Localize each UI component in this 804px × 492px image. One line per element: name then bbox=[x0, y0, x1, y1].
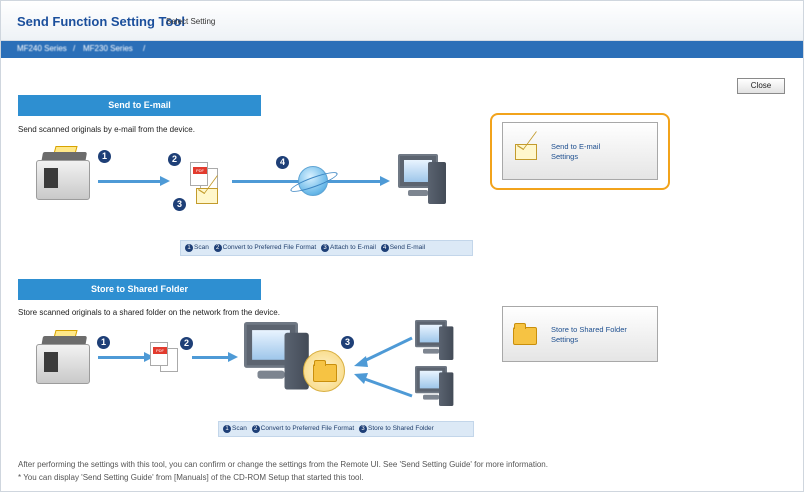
printer-icon bbox=[36, 146, 96, 206]
app-header: Send Function Setting Tool Select Settin… bbox=[1, 1, 803, 41]
printer-icon bbox=[36, 330, 96, 390]
flow-arrow bbox=[98, 356, 146, 359]
step-number: 4 bbox=[276, 156, 289, 169]
breadcrumb: MF240 Series / MF230 Series / bbox=[1, 41, 803, 58]
mail-icon bbox=[196, 188, 218, 204]
button-label-line2: Settings bbox=[551, 152, 579, 161]
envelope-icon bbox=[515, 144, 537, 160]
store-to-shared-folder-settings-button[interactable]: Store to Shared Folder Settings bbox=[502, 306, 658, 362]
footer-info-text: After performing the settings with this … bbox=[18, 460, 548, 469]
computer-icon bbox=[398, 154, 450, 208]
breadcrumb-separator: / bbox=[73, 44, 76, 53]
folder-section-banner: Store to Shared Folder bbox=[18, 279, 261, 300]
step-number: 3 bbox=[173, 198, 186, 211]
documents-icon: PDF bbox=[150, 342, 190, 376]
flow-arrow-head bbox=[160, 176, 170, 186]
step-number: 1 bbox=[97, 336, 110, 349]
incoming-arrows bbox=[354, 336, 413, 398]
flow-arrow-head bbox=[228, 352, 238, 362]
folder-steps-legend: 1 Scan 2 Convert to Preferred File Format … bbox=[218, 421, 474, 437]
flow-arrow bbox=[192, 356, 230, 359]
flow-arrow-head bbox=[380, 176, 390, 186]
flow-arrow bbox=[98, 180, 162, 183]
breadcrumb-separator: / bbox=[143, 44, 146, 53]
footer-note-text: * You can display 'Send Setting Guide' f… bbox=[18, 473, 364, 482]
folder-section-description: Store scanned originals to a shared fold… bbox=[18, 308, 280, 317]
email-steps-legend: 1 Scan 2 Convert to Preferred File Format … bbox=[180, 240, 473, 256]
email-section-description: Send scanned originals by e-mail from th… bbox=[18, 125, 195, 134]
email-section-banner: Send to E-mail bbox=[18, 95, 261, 116]
client-computer-icon bbox=[415, 366, 457, 409]
page-subtitle: Select Setting bbox=[166, 17, 216, 26]
close-button[interactable]: Close bbox=[737, 78, 785, 94]
button-label-line1: Store to Shared Folder bbox=[551, 325, 627, 334]
button-label-line2: Settings bbox=[551, 335, 579, 344]
network-globe-icon bbox=[288, 166, 340, 196]
app-title: Send Function Setting Tool bbox=[17, 14, 186, 29]
folder-icon bbox=[513, 323, 537, 345]
button-label-line1: Send to E-mail bbox=[551, 142, 601, 151]
step-number: 2 bbox=[168, 153, 181, 166]
breadcrumb-item: MF240 Series bbox=[17, 44, 67, 53]
send-to-email-settings-button[interactable]: Send to E-mail Settings bbox=[502, 122, 658, 180]
client-computer-icon bbox=[415, 320, 457, 363]
breadcrumb-item: MF230 Series bbox=[83, 44, 133, 53]
folder-icon bbox=[313, 360, 337, 382]
step-number: 1 bbox=[98, 150, 111, 163]
